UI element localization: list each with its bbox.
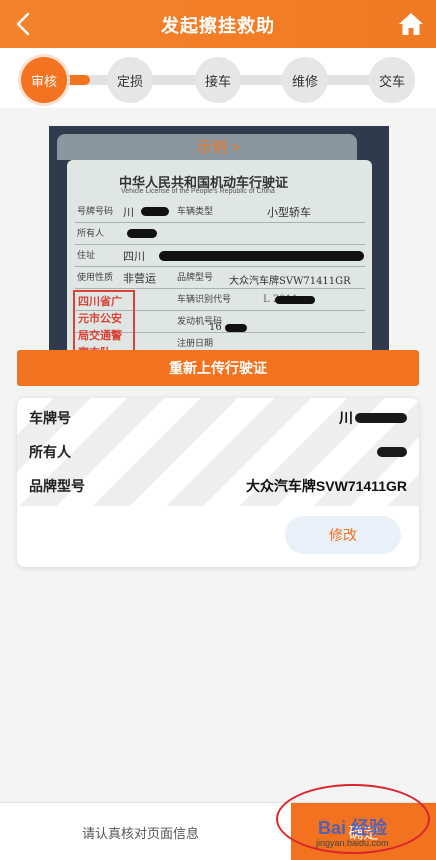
vin-label: 车辆识别代号 [177, 294, 232, 304]
info-value: 川 [339, 408, 407, 428]
divider [75, 266, 365, 267]
sample-link[interactable]: 示例 > [197, 136, 240, 157]
step-assessment: 定损 [107, 57, 153, 103]
edit-button[interactable]: 修改 [285, 516, 401, 554]
info-key: 品牌型号 [29, 478, 85, 494]
license-subtitle: Vehicle License of the People's Republic… [121, 188, 275, 195]
step-delivery: 交车 [369, 57, 415, 103]
progress-steps: 审核 定损 接车 维修 交车 [0, 48, 436, 108]
redaction-mark [159, 251, 364, 261]
model-label: 品牌型号 [177, 272, 214, 282]
info-key: 所有人 [29, 444, 71, 460]
info-row-model: 品牌型号 大众汽车牌SVW71411GR [29, 475, 407, 497]
reupload-license-button[interactable]: 重新上传行驶证 [17, 350, 419, 386]
address-label: 住址 [77, 250, 96, 260]
plate-value: 川 [123, 206, 134, 219]
step-pickup: 接车 [195, 57, 241, 103]
usage-value: 非营运 [123, 272, 156, 285]
info-value: 大众汽车牌SVW71411GR [245, 478, 407, 494]
home-icon[interactable] [398, 11, 424, 37]
plate-number-value: 川 [339, 410, 353, 426]
engine-value: 16 [209, 322, 222, 333]
watermark-text: Bai 经验 [318, 818, 388, 838]
divider [75, 288, 365, 289]
info-key: 车牌号 [29, 410, 71, 426]
watermark-url: jingyan.baidu.com [316, 838, 389, 848]
verify-hint: 请认真核对页面信息 [82, 826, 200, 841]
info-row-owner: 所有人 [29, 441, 407, 463]
vehicle-info-card: 车牌号 川 所有人 品牌型号 大众汽车牌SVW71411GR 修改 [17, 398, 419, 567]
redaction-mark [141, 207, 169, 216]
top-bar: 发起擦挂救助 [0, 0, 436, 48]
type-value: 小型轿车 [267, 206, 311, 219]
usage-label: 使用性质 [77, 272, 114, 282]
redaction-mark [355, 413, 407, 423]
step-review: 审核 [21, 57, 67, 103]
redaction-mark [275, 296, 315, 304]
redaction-mark [377, 447, 407, 457]
register-label: 注册日期 [177, 338, 214, 348]
baidu-watermark: Bai 经验 jingyan.baidu.com [276, 784, 430, 854]
info-row-plate: 车牌号 川 [29, 407, 407, 429]
official-stamp: 四川省广元市公安局交通警察支队 [73, 290, 135, 351]
info-value [375, 447, 407, 457]
page-title: 发起擦挂救助 [161, 16, 275, 36]
step-repair: 维修 [282, 57, 328, 103]
type-label: 车辆类型 [177, 206, 214, 216]
divider [75, 222, 365, 223]
plate-label: 号牌号码 [77, 206, 114, 216]
model-value: 大众汽车牌SVW71411GR [229, 276, 351, 287]
vehicle-license-photo[interactable]: 示例 > 中华人民共和国机动车行驶证 Vehicle License of th… [49, 126, 389, 351]
divider [75, 244, 365, 245]
redaction-mark [225, 324, 247, 332]
address-value: 四川 [123, 250, 145, 263]
owner-label: 所有人 [77, 228, 105, 238]
redaction-mark [127, 229, 157, 238]
